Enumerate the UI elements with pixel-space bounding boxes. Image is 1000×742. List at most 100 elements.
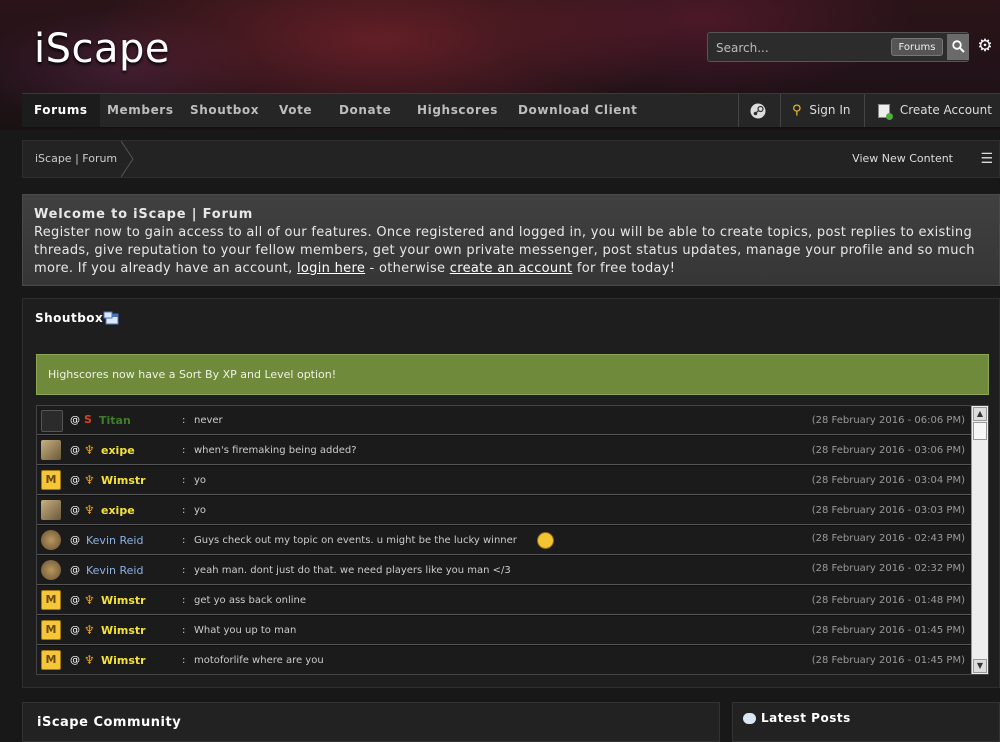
community-panel: iScape Community [22,702,720,742]
shout-username[interactable]: Wimstr [101,646,146,674]
scroll-up-arrow-icon[interactable]: ▲ [973,407,987,421]
view-new-content-link[interactable]: View New Content [852,141,953,177]
shout-time: (28 February 2016 - 01:48 PM) [811,595,965,606]
gear-icon[interactable]: ⚙ [975,36,995,56]
scroll-thumb[interactable] [973,422,987,440]
sign-in-label: Sign In [809,103,851,117]
breadcrumb-home[interactable]: iScape | Forum [35,141,117,177]
site-header: iScape Forums ⚙ Forums Members Shoutbox … [0,0,1000,130]
shout-time: (28 February 2016 - 01:45 PM) [811,655,965,666]
avatar[interactable]: M [41,470,61,490]
shout-separator: : [182,475,186,486]
nav-vote[interactable]: Vote [279,94,312,127]
shout-username[interactable]: Wimstr [101,466,146,495]
nav-shoutbox[interactable]: Shoutbox [190,94,259,127]
clipboard-icon [878,103,893,120]
mention-at[interactable]: @ [70,616,80,645]
shout-message: yo [194,505,207,516]
shout-row: @ ♆ exipe : yo (28 February 2016 - 03:03… [37,496,971,525]
shout-separator: : [182,505,186,516]
shout-message: Guys check out my topic on events. u mig… [194,535,517,546]
mention-at[interactable]: @ [70,586,80,615]
site-logo[interactable]: iScape [34,26,170,72]
latest-posts-panel: Latest Posts [732,702,1000,742]
shout-message: motoforlife where are you [194,655,324,666]
welcome-text-line2: threads, give reputation to your fellow … [34,243,975,258]
create-account-button[interactable]: Create Account [878,94,992,127]
shout-username[interactable]: Kevin Reid [86,526,143,555]
mention-at[interactable]: @ [70,556,80,585]
shout-username[interactable]: Wimstr [101,616,146,645]
nav-members[interactable]: Members [107,94,174,127]
search-button[interactable] [947,34,969,60]
shout-username[interactable]: Wimstr [101,586,146,615]
shout-separator: : [182,415,186,426]
steam-login-button[interactable] [750,94,766,127]
staff-badge-icon: S [84,413,92,426]
shout-separator: : [182,625,186,636]
mention-at[interactable]: @ [70,646,80,674]
search-icon [951,40,965,53]
nav-download-client[interactable]: Download Client [518,94,638,127]
wings-badge-icon: ♆ [84,623,95,637]
avatar[interactable]: M [41,650,61,670]
main-nav: Forums Members Shoutbox Vote Donate High… [22,93,1000,128]
mention-at[interactable]: @ [70,406,80,435]
nav-forums[interactable]: Forums [22,94,100,127]
shout-message: yo [194,475,207,486]
shout-row: @ S Titan : never (28 February 2016 - 06… [37,406,971,435]
welcome-text-line3b: - otherwise [365,261,450,276]
wings-badge-icon: ♆ [84,443,95,457]
mention-at[interactable]: @ [70,496,80,525]
nav-highscores[interactable]: Highscores [417,94,498,127]
shout-message: get yo ass back online [194,595,306,606]
shout-list-scrollbar[interactable]: ▲ ▼ [971,406,988,674]
mention-at[interactable]: @ [70,466,80,495]
mention-at[interactable]: @ [70,436,80,465]
avatar[interactable]: M [41,590,61,610]
popup-window-icon[interactable] [103,311,119,325]
shoutbox-announcement: Highscores now have a Sort By XP and Lev… [36,354,989,395]
avatar[interactable]: M [41,620,61,640]
wings-badge-icon: ♆ [84,653,95,667]
nav-divider [738,94,739,127]
avatar[interactable] [41,440,61,460]
shout-username[interactable]: exipe [101,436,135,465]
smiley-emoticon-icon [537,532,554,549]
shout-time: (28 February 2016 - 03:03 PM) [811,505,965,516]
welcome-text-line3c: for free today! [572,261,676,276]
nav-donate[interactable]: Donate [339,94,391,127]
shout-list[interactable]: @ S Titan : never (28 February 2016 - 06… [36,405,989,675]
search-scope-button[interactable]: Forums [891,38,943,56]
avatar[interactable] [41,530,61,550]
mention-at[interactable]: @ [70,526,80,555]
nav-divider [864,94,865,127]
shout-time: (28 February 2016 - 03:06 PM) [811,445,965,456]
search-input[interactable] [714,37,893,59]
shout-separator: : [182,565,186,576]
login-link[interactable]: login here [297,261,365,276]
shout-time: (28 February 2016 - 03:04 PM) [811,475,965,486]
shout-time: (28 February 2016 - 02:32 PM) [811,563,965,574]
shout-row: @ Kevin Reid : Guys check out my topic o… [37,526,971,555]
latest-posts-title: Latest Posts [761,711,851,725]
avatar[interactable] [41,410,63,432]
shout-username[interactable]: exipe [101,496,135,525]
avatar[interactable] [41,560,61,580]
sign-in-button[interactable]: ⚲ Sign In [792,94,851,127]
breadcrumb: iScape | Forum View New Content ☰ [22,140,1000,178]
shoutbox-title[interactable]: Shoutbox [35,311,103,325]
shout-row: @ Kevin Reid : yeah man. dont just do th… [37,556,971,585]
shout-message: never [194,415,223,426]
create-account-link[interactable]: create an account [450,261,573,276]
shout-message: What you up to man [194,625,297,636]
wings-badge-icon: ♆ [84,473,95,487]
shout-username[interactable]: Kevin Reid [86,556,143,585]
shout-time: (28 February 2016 - 02:43 PM) [811,533,965,544]
avatar[interactable] [41,500,61,520]
list-icon[interactable]: ☰ [980,141,993,177]
shout-username[interactable]: Titan [99,406,131,435]
shout-message: when's firemaking being added? [194,445,357,456]
scroll-down-arrow-icon[interactable]: ▼ [973,659,987,673]
shout-separator: : [182,445,186,456]
